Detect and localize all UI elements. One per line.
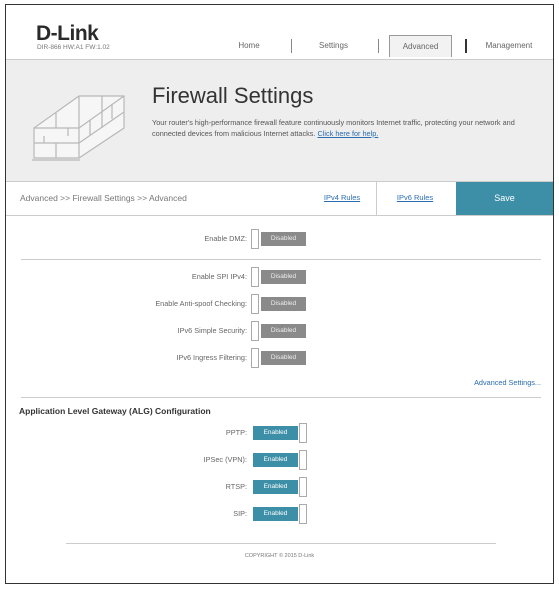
toggle-state: Disabled <box>261 270 306 284</box>
dmz-label: Enable DMZ: <box>204 234 247 243</box>
toggle-state: Enabled <box>253 480 298 494</box>
ipv6-rules-link[interactable]: IPv6 Rules <box>381 182 449 214</box>
setting-row-pptp: PPTP: Enabled <box>6 423 553 443</box>
tab-divider <box>376 182 377 215</box>
breadcrumb: Advanced >> Firewall Settings >> Advance… <box>20 193 187 203</box>
toggle-knob <box>299 423 307 443</box>
nav-management[interactable]: Management <box>476 35 542 57</box>
toggle-knob <box>251 321 259 341</box>
nav-home[interactable]: Home <box>224 35 274 57</box>
ipv4-rules-link[interactable]: IPv4 Rules <box>312 182 372 214</box>
ipsec-toggle[interactable]: Enabled <box>251 450 308 470</box>
toggle-state: Disabled <box>261 351 306 365</box>
rtsp-label: RTSP: <box>225 482 247 491</box>
alg-section-title: Application Level Gateway (ALG) Configur… <box>19 406 211 416</box>
ipsec-label: IPSec (VPN): <box>203 455 247 464</box>
header: D-Link DIR-866 HW:A1 FW:1.02 Home Settin… <box>6 5 553 58</box>
footer-divider <box>66 543 496 544</box>
breadcrumb-bar: Advanced >> Firewall Settings >> Advance… <box>6 182 553 216</box>
anti-spoof-toggle[interactable]: Disabled <box>251 294 308 314</box>
advanced-settings-link[interactable]: Advanced Settings... <box>474 378 541 387</box>
router-admin-page: D-Link DIR-866 HW:A1 FW:1.02 Home Settin… <box>5 4 554 584</box>
setting-row-dmz: Enable DMZ: Disabled <box>6 229 553 249</box>
toggle-knob <box>251 294 259 314</box>
toggle-state: Disabled <box>261 232 306 246</box>
sip-toggle[interactable]: Enabled <box>251 504 308 524</box>
device-info: DIR-866 HW:A1 FW:1.02 <box>37 44 110 51</box>
setting-row-ipv6-ingress: IPv6 Ingress Filtering: Disabled <box>6 348 553 368</box>
toggle-state: Disabled <box>261 297 306 311</box>
toggle-state: Enabled <box>253 453 298 467</box>
firewall-brick-icon <box>32 95 125 161</box>
toggle-state: Disabled <box>261 324 306 338</box>
nav-advanced[interactable]: Advanced <box>389 35 452 57</box>
toggle-knob <box>299 477 307 497</box>
toggle-knob <box>251 267 259 287</box>
anti-spoof-label: Enable Anti-spoof Checking: <box>155 299 247 308</box>
toggle-knob <box>251 348 259 368</box>
setting-row-sip: SIP: Enabled <box>6 504 553 524</box>
page-title: Firewall Settings <box>152 83 314 108</box>
section-divider <box>21 397 541 398</box>
rtsp-toggle[interactable]: Enabled <box>251 477 308 497</box>
ipv6-simple-security-toggle[interactable]: Disabled <box>251 321 308 341</box>
setting-row-ipv6-simple-security: IPv6 Simple Security: Disabled <box>6 321 553 341</box>
ipv6-ingress-label: IPv6 Ingress Filtering: <box>176 353 247 362</box>
spi-ipv4-toggle[interactable]: Disabled <box>251 267 308 287</box>
page-banner: Firewall Settings Your router's high-per… <box>6 59 553 182</box>
toggle-state: Enabled <box>253 507 298 521</box>
pptp-label: PPTP: <box>225 428 247 437</box>
help-link[interactable]: Click here for help. <box>317 129 378 138</box>
toggle-knob <box>299 504 307 524</box>
dlink-logo[interactable]: D-Link <box>36 22 99 46</box>
section-divider <box>21 259 541 260</box>
nav-settings[interactable]: Settings <box>306 35 361 57</box>
setting-row-spi-ipv4: Enable SPI IPv4: Disabled <box>6 267 553 287</box>
ipv6-ingress-toggle[interactable]: Disabled <box>251 348 308 368</box>
setting-row-rtsp: RTSP: Enabled <box>6 477 553 497</box>
nav-divider <box>465 39 467 53</box>
spi-ipv4-label: Enable SPI IPv4: <box>191 272 247 281</box>
nav-divider <box>291 39 292 53</box>
toggle-knob <box>299 450 307 470</box>
page-description: Your router's high-performance firewall … <box>152 117 532 139</box>
pptp-toggle[interactable]: Enabled <box>251 423 308 443</box>
ipv6-simple-security-label: IPv6 Simple Security: <box>177 326 247 335</box>
toggle-knob <box>251 229 259 249</box>
sip-label: SIP: <box>233 509 247 518</box>
nav-divider <box>378 39 379 53</box>
setting-row-anti-spoof: Enable Anti-spoof Checking: Disabled <box>6 294 553 314</box>
setting-row-ipsec: IPSec (VPN): Enabled <box>6 450 553 470</box>
save-button[interactable]: Save <box>456 182 553 215</box>
copyright: COPYRIGHT © 2015 D-Link <box>244 553 315 559</box>
dmz-toggle[interactable]: Disabled <box>251 229 308 249</box>
toggle-state: Enabled <box>253 426 298 440</box>
